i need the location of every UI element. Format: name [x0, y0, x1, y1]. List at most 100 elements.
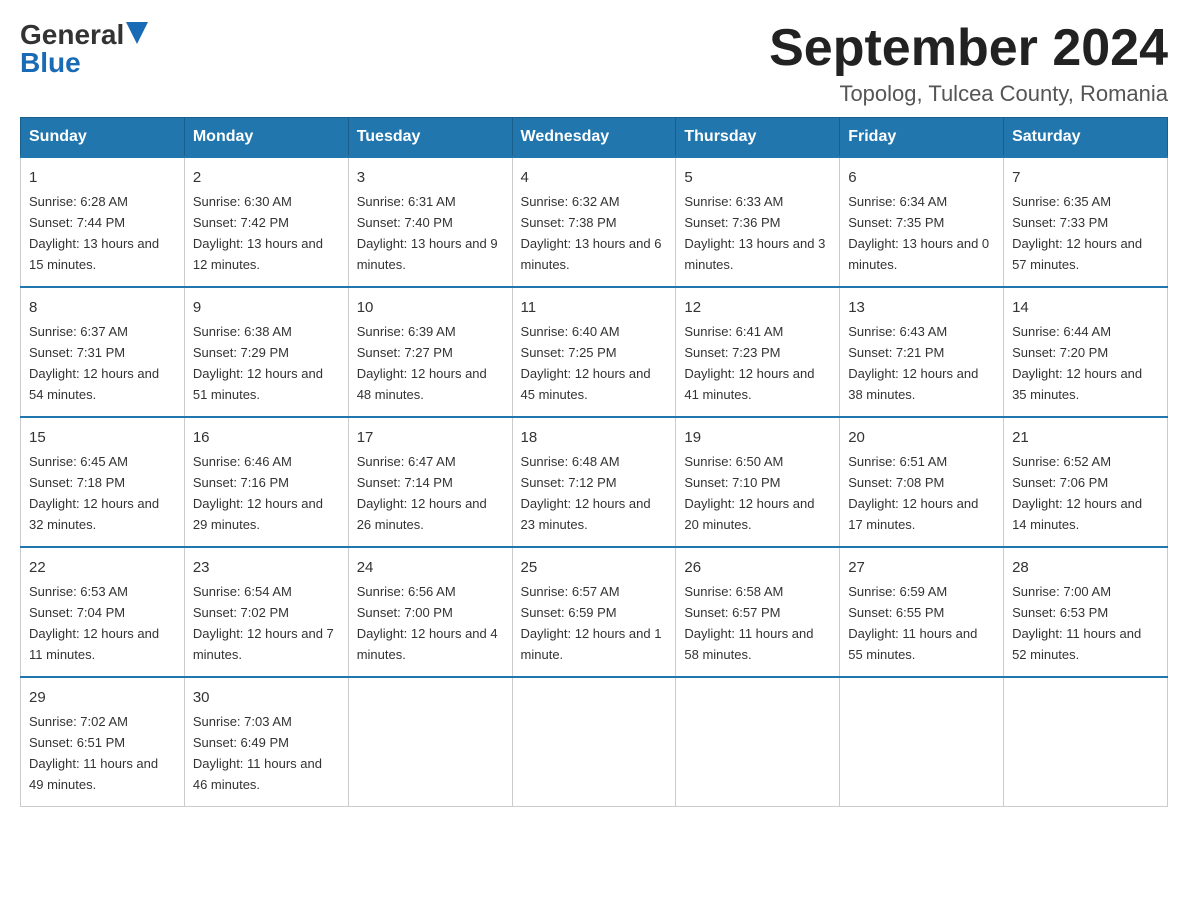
day-number: 23 [193, 556, 340, 579]
calendar-cell: 18Sunrise: 6:48 AMSunset: 7:12 PMDayligh… [512, 417, 676, 547]
calendar-cell: 13Sunrise: 6:43 AMSunset: 7:21 PMDayligh… [840, 287, 1004, 417]
calendar-cell: 9 Sunrise: 6:38 AMSunset: 7:29 PMDaylight… [184, 287, 348, 417]
calendar-cell: 27Sunrise: 6:59 AMSunset: 6:55 PMDayligh… [840, 547, 1004, 677]
day-info: Sunrise: 6:43 AMSunset: 7:21 PMDaylight:… [848, 324, 978, 402]
calendar-table: SundayMondayTuesdayWednesdayThursdayFrid… [20, 117, 1168, 807]
day-info: Sunrise: 6:56 AMSunset: 7:00 PMDaylight:… [357, 584, 498, 662]
calendar-week-row: 29 Sunrise: 7:02 AMSunset: 6:51 PMDayligh… [21, 677, 1168, 806]
calendar-cell: 6Sunrise: 6:34 AMSunset: 7:35 PMDaylight… [840, 157, 1004, 287]
day-info: Sunrise: 6:33 AMSunset: 7:36 PMDaylight:… [684, 194, 825, 272]
calendar-cell: 24 Sunrise: 6:56 AMSunset: 7:00 PMDayligh… [348, 547, 512, 677]
weekday-header-sunday: Sunday [21, 118, 185, 158]
day-info: Sunrise: 6:44 AMSunset: 7:20 PMDaylight:… [1012, 324, 1142, 402]
calendar-cell [676, 677, 840, 806]
calendar-cell [512, 677, 676, 806]
day-number: 25 [521, 556, 668, 579]
calendar-cell: 23 Sunrise: 6:54 AMSunset: 7:02 PMDayligh… [184, 547, 348, 677]
calendar-week-row: 1 Sunrise: 6:28 AMSunset: 7:44 PMDaylight… [21, 157, 1168, 287]
calendar-cell: 14 Sunrise: 6:44 AMSunset: 7:20 PMDayligh… [1004, 287, 1168, 417]
day-info: Sunrise: 6:31 AMSunset: 7:40 PMDaylight:… [357, 194, 498, 272]
calendar-cell [348, 677, 512, 806]
calendar-cell: 15 Sunrise: 6:45 AMSunset: 7:18 PMDayligh… [21, 417, 185, 547]
day-info: Sunrise: 6:34 AMSunset: 7:35 PMDaylight:… [848, 194, 989, 272]
day-info: Sunrise: 7:02 AMSunset: 6:51 PMDaylight:… [29, 714, 158, 792]
calendar-cell: 25 Sunrise: 6:57 AMSunset: 6:59 PMDayligh… [512, 547, 676, 677]
day-number: 28 [1012, 556, 1159, 579]
logo-blue-text: Blue [20, 49, 81, 77]
calendar-cell: 7 Sunrise: 6:35 AMSunset: 7:33 PMDaylight… [1004, 157, 1168, 287]
day-info: Sunrise: 6:54 AMSunset: 7:02 PMDaylight:… [193, 584, 334, 662]
day-number: 7 [1012, 166, 1159, 189]
day-number: 19 [684, 426, 831, 449]
day-number: 2 [193, 166, 340, 189]
calendar-week-row: 8Sunrise: 6:37 AMSunset: 7:31 PMDaylight… [21, 287, 1168, 417]
logo: General Blue [20, 20, 148, 77]
calendar-cell: 29 Sunrise: 7:02 AMSunset: 6:51 PMDayligh… [21, 677, 185, 806]
calendar-cell: 16 Sunrise: 6:46 AMSunset: 7:16 PMDayligh… [184, 417, 348, 547]
day-info: Sunrise: 6:30 AMSunset: 7:42 PMDaylight:… [193, 194, 323, 272]
location-title: Topolog, Tulcea County, Romania [769, 81, 1168, 107]
day-info: Sunrise: 7:03 AMSunset: 6:49 PMDaylight:… [193, 714, 322, 792]
month-title: September 2024 [769, 20, 1168, 77]
day-info: Sunrise: 6:28 AMSunset: 7:44 PMDaylight:… [29, 194, 159, 272]
day-number: 5 [684, 166, 831, 189]
day-number: 22 [29, 556, 176, 579]
title-block: September 2024 Topolog, Tulcea County, R… [769, 20, 1168, 107]
weekday-header-thursday: Thursday [676, 118, 840, 158]
day-number: 4 [521, 166, 668, 189]
day-info: Sunrise: 6:53 AMSunset: 7:04 PMDaylight:… [29, 584, 159, 662]
calendar-cell: 19 Sunrise: 6:50 AMSunset: 7:10 PMDayligh… [676, 417, 840, 547]
calendar-week-row: 15 Sunrise: 6:45 AMSunset: 7:18 PMDayligh… [21, 417, 1168, 547]
calendar-cell: 12 Sunrise: 6:41 AMSunset: 7:23 PMDayligh… [676, 287, 840, 417]
day-info: Sunrise: 6:58 AMSunset: 6:57 PMDaylight:… [684, 584, 813, 662]
calendar-cell: 11 Sunrise: 6:40 AMSunset: 7:25 PMDayligh… [512, 287, 676, 417]
day-info: Sunrise: 6:51 AMSunset: 7:08 PMDaylight:… [848, 454, 978, 532]
day-info: Sunrise: 6:46 AMSunset: 7:16 PMDaylight:… [193, 454, 323, 532]
weekday-header-wednesday: Wednesday [512, 118, 676, 158]
day-info: Sunrise: 6:52 AMSunset: 7:06 PMDaylight:… [1012, 454, 1142, 532]
weekday-header-monday: Monday [184, 118, 348, 158]
day-info: Sunrise: 6:40 AMSunset: 7:25 PMDaylight:… [521, 324, 651, 402]
day-info: Sunrise: 6:35 AMSunset: 7:33 PMDaylight:… [1012, 194, 1142, 272]
calendar-cell: 20 Sunrise: 6:51 AMSunset: 7:08 PMDayligh… [840, 417, 1004, 547]
day-info: Sunrise: 6:32 AMSunset: 7:38 PMDaylight:… [521, 194, 662, 272]
day-info: Sunrise: 6:57 AMSunset: 6:59 PMDaylight:… [521, 584, 662, 662]
day-info: Sunrise: 6:41 AMSunset: 7:23 PMDaylight:… [684, 324, 814, 402]
day-info: Sunrise: 6:45 AMSunset: 7:18 PMDaylight:… [29, 454, 159, 532]
calendar-cell: 8Sunrise: 6:37 AMSunset: 7:31 PMDaylight… [21, 287, 185, 417]
day-number: 10 [357, 296, 504, 319]
day-number: 29 [29, 686, 176, 709]
day-number: 27 [848, 556, 995, 579]
weekday-header-friday: Friday [840, 118, 1004, 158]
calendar-cell: 28 Sunrise: 7:00 AMSunset: 6:53 PMDayligh… [1004, 547, 1168, 677]
day-info: Sunrise: 7:00 AMSunset: 6:53 PMDaylight:… [1012, 584, 1141, 662]
day-number: 24 [357, 556, 504, 579]
day-number: 20 [848, 426, 995, 449]
day-number: 1 [29, 166, 176, 189]
calendar-cell: 10Sunrise: 6:39 AMSunset: 7:27 PMDayligh… [348, 287, 512, 417]
day-number: 11 [521, 296, 668, 319]
day-number: 18 [521, 426, 668, 449]
day-info: Sunrise: 6:50 AMSunset: 7:10 PMDaylight:… [684, 454, 814, 532]
day-number: 15 [29, 426, 176, 449]
calendar-cell [840, 677, 1004, 806]
calendar-cell: 3 Sunrise: 6:31 AMSunset: 7:40 PMDaylight… [348, 157, 512, 287]
day-number: 14 [1012, 296, 1159, 319]
day-number: 12 [684, 296, 831, 319]
day-number: 30 [193, 686, 340, 709]
day-number: 26 [684, 556, 831, 579]
calendar-week-row: 22 Sunrise: 6:53 AMSunset: 7:04 PMDayligh… [21, 547, 1168, 677]
weekday-header-tuesday: Tuesday [348, 118, 512, 158]
calendar-cell: 5 Sunrise: 6:33 AMSunset: 7:36 PMDaylight… [676, 157, 840, 287]
day-number: 3 [357, 166, 504, 189]
calendar-cell: 17Sunrise: 6:47 AMSunset: 7:14 PMDayligh… [348, 417, 512, 547]
day-number: 9 [193, 296, 340, 319]
calendar-cell: 2 Sunrise: 6:30 AMSunset: 7:42 PMDaylight… [184, 157, 348, 287]
calendar-cell: 4 Sunrise: 6:32 AMSunset: 7:38 PMDaylight… [512, 157, 676, 287]
calendar-cell: 22 Sunrise: 6:53 AMSunset: 7:04 PMDayligh… [21, 547, 185, 677]
day-number: 16 [193, 426, 340, 449]
weekday-header-saturday: Saturday [1004, 118, 1168, 158]
calendar-cell: 30 Sunrise: 7:03 AMSunset: 6:49 PMDayligh… [184, 677, 348, 806]
day-number: 21 [1012, 426, 1159, 449]
day-info: Sunrise: 6:38 AMSunset: 7:29 PMDaylight:… [193, 324, 323, 402]
